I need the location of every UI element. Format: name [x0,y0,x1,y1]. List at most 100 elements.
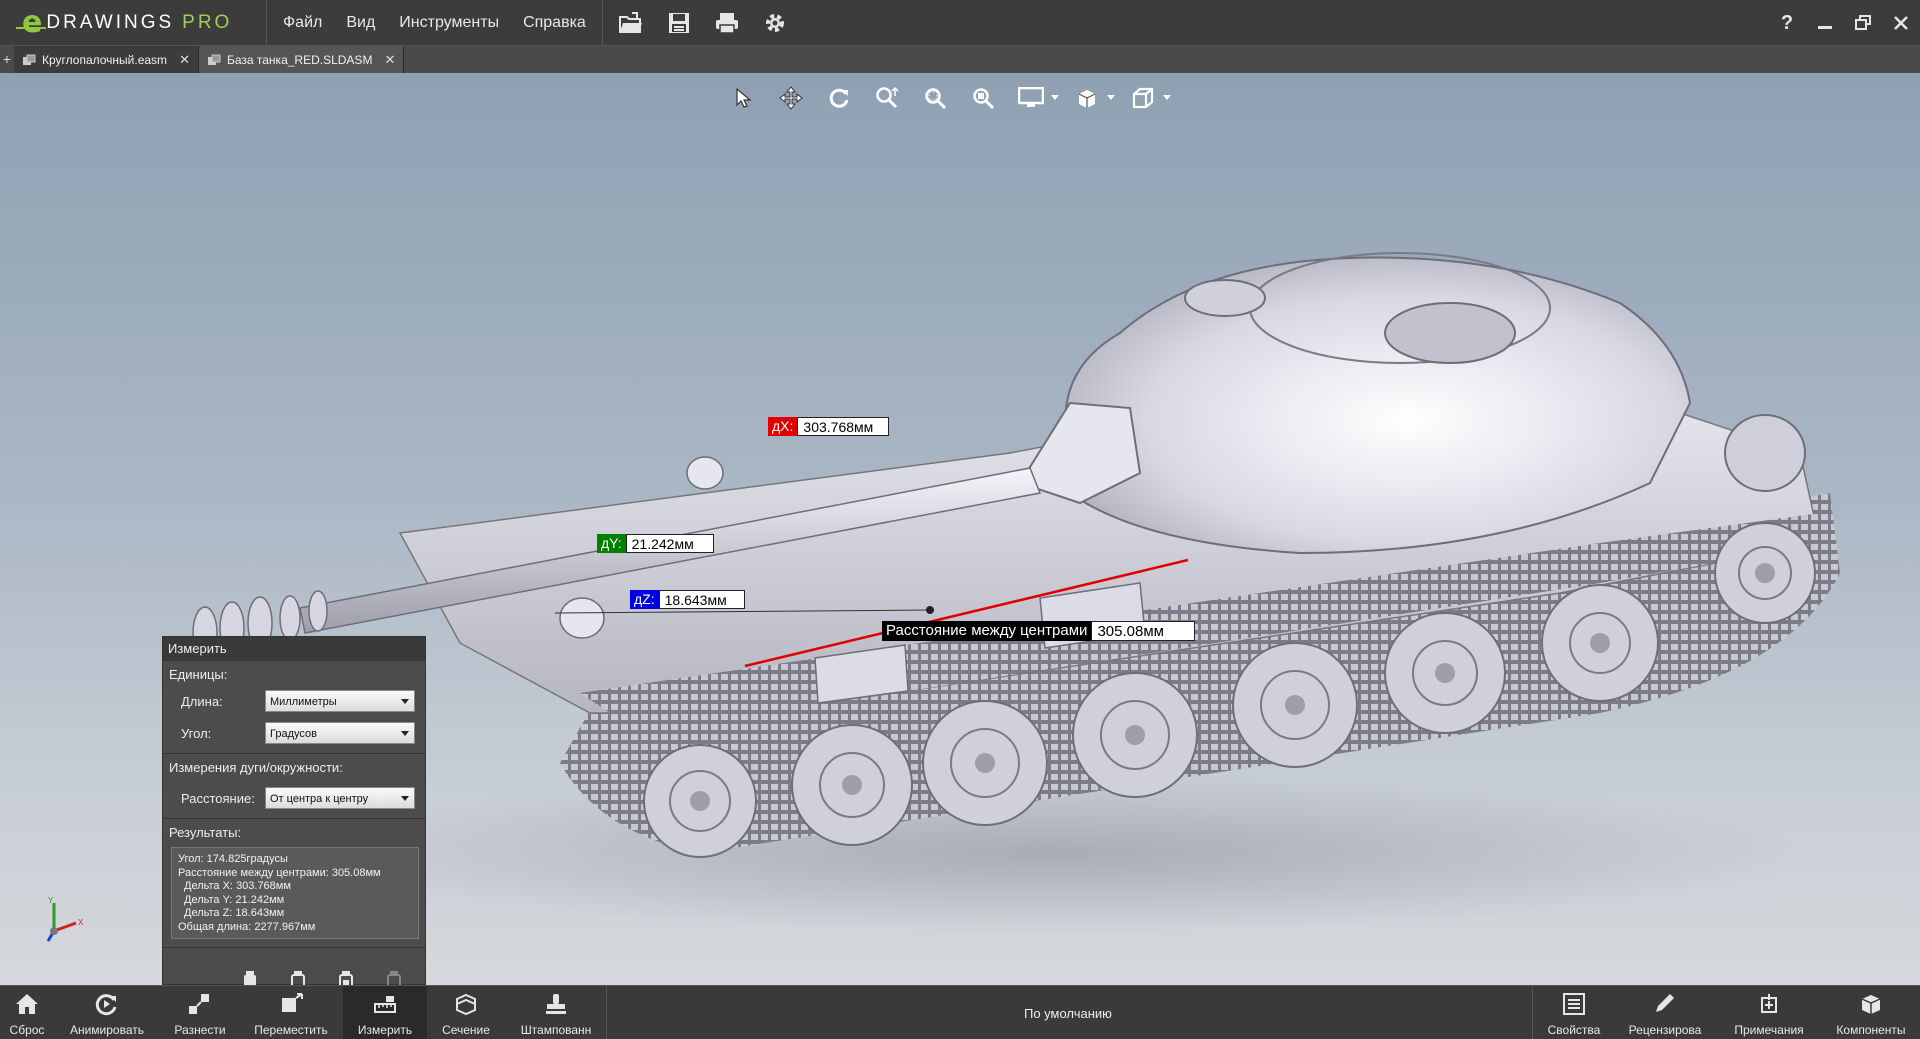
logo-pro: PRO [182,11,233,33]
length-unit-select[interactable]: Миллиметры [265,690,415,712]
arc-section-title: Измерения дуги/окружности: [169,760,343,775]
tab-document-1[interactable]: Круглопалочный.easm ✕ [14,46,199,73]
tab-label: База танка_RED.SLDASM [226,52,373,67]
menu-help[interactable]: Справка [511,0,598,46]
minimize-button[interactable] [1806,0,1844,46]
section-label: Сечение [442,1023,490,1037]
angle-unit-value: Градусов [270,728,317,740]
center-distance-label: Расстояние между центрами 305.08мм [882,621,1196,641]
chevron-down-icon [401,796,409,801]
zoom-area-icon[interactable] [914,83,956,113]
length-label: Длина: [181,693,223,709]
delta-y-label: дY: 21.242мм [597,534,714,553]
properties-label: Свойства [1547,1023,1601,1037]
open-icon[interactable] [607,0,655,46]
delta-z-tag: дZ: [630,590,659,609]
menu-file[interactable]: Файл [271,0,334,46]
reset-label: Сброс [9,1023,45,1037]
delta-y-value: 21.242мм [625,534,714,553]
stamp-label: Штампованн [520,1023,592,1037]
logo-brand: DRAWINGS [46,11,175,33]
center-distance-value: 305.08мм [1091,621,1196,641]
menu-separator [601,0,603,46]
move-button[interactable]: Переместить [248,986,334,1039]
app-logo: e DRAWINGS PRO [0,0,262,46]
assembly-icon [207,54,221,65]
standard-views-dropdown-icon[interactable] [1162,83,1172,113]
zoom-icon[interactable] [866,83,908,113]
bottom-separator [1532,986,1533,1039]
tab-close-icon[interactable]: ✕ [384,52,395,68]
standard-views-icon[interactable] [1122,83,1164,113]
logo-e-mark: e [16,5,46,40]
delta-y-tag: дY: [597,534,626,553]
menu-view[interactable]: Вид [334,0,387,46]
angle-unit-select[interactable]: Градусов [265,722,415,744]
restore-button[interactable] [1844,0,1882,46]
display-style-dropdown-icon[interactable] [1050,83,1060,113]
properties-icon [1561,991,1587,1017]
restore-icon [1855,15,1871,30]
components-label: Компоненты [1836,1023,1906,1037]
animate-label: Анимировать [69,1023,145,1037]
properties-button[interactable]: Свойства [1540,986,1608,1039]
components-icon [1858,991,1884,1017]
move-label: Переместить [254,1023,328,1037]
zoom-fit-icon[interactable] [962,83,1004,113]
result-delta-x: Дельта X: 303.768мм [184,880,291,893]
result-delta-y: Дельта Y: 21.242мм [184,893,285,906]
settings-icon[interactable] [751,0,799,46]
distance-mode-select[interactable]: От центра к центру [265,787,415,809]
notes-button[interactable]: Примечания [1724,986,1814,1039]
delta-x-value: 303.768мм [797,417,890,436]
reset-button[interactable]: Сброс [0,986,54,1039]
stamp-button[interactable]: Штампованн [512,986,600,1039]
tab-document-2[interactable]: База танка_RED.SLDASM ✕ [198,46,405,73]
explode-button[interactable]: Разнести [166,986,234,1039]
display-style-icon[interactable] [1010,83,1052,113]
triad-x-label: X [78,918,84,927]
window-controls: ? [1768,0,1920,46]
result-angle: Угол: 174.825градусы [178,853,288,865]
notes-label: Примечания [1734,1023,1804,1037]
delta-x-tag: дX: [768,417,798,436]
measure-label: Измерить [357,1023,413,1037]
select-icon[interactable] [722,83,764,113]
menu-bar: Файл Вид Инструменты Справка [271,0,598,46]
section-view-icon[interactable] [1066,83,1108,113]
animate-button[interactable]: Анимировать [64,986,150,1039]
menu-tools[interactable]: Инструменты [387,0,511,46]
assembly-icon [23,54,36,65]
configuration-label[interactable]: По умолчанию [1024,1006,1112,1021]
section-view-dropdown-icon[interactable] [1106,83,1116,113]
close-icon [1894,16,1908,30]
explode-icon [187,991,213,1017]
bottom-separator [606,986,607,1039]
panel-divider [163,753,425,754]
save-icon[interactable] [655,0,703,46]
length-unit-value: Миллиметры [270,696,337,708]
add-tab-button[interactable]: + [0,46,14,73]
chevron-down-icon [401,731,409,736]
rotate-icon[interactable] [818,83,860,113]
measure-button[interactable]: Измерить [343,986,427,1039]
angle-label: Угол: [181,725,212,741]
delta-z-label: дZ: 18.643мм [630,590,745,609]
close-button[interactable] [1882,0,1920,46]
review-button[interactable]: Рецензирова [1622,986,1708,1039]
print-icon[interactable] [703,0,751,46]
section-button[interactable]: Сечение [436,986,496,1039]
panel-divider [163,947,425,948]
help-button[interactable]: ? [1768,0,1806,46]
section-icon [453,991,479,1017]
panel-divider [163,818,425,819]
pan-icon[interactable] [770,83,812,113]
result-delta-z: Дельта Z: 18.643мм [184,907,285,920]
help-icon: ? [1780,11,1794,34]
chevron-down-icon [401,699,409,704]
delta-x-label: дX: 303.768мм [768,417,890,436]
measure-icon [372,991,398,1017]
review-label: Рецензирова [1628,1023,1702,1037]
components-button[interactable]: Компоненты [1828,986,1914,1039]
tab-close-icon[interactable]: ✕ [179,52,190,68]
